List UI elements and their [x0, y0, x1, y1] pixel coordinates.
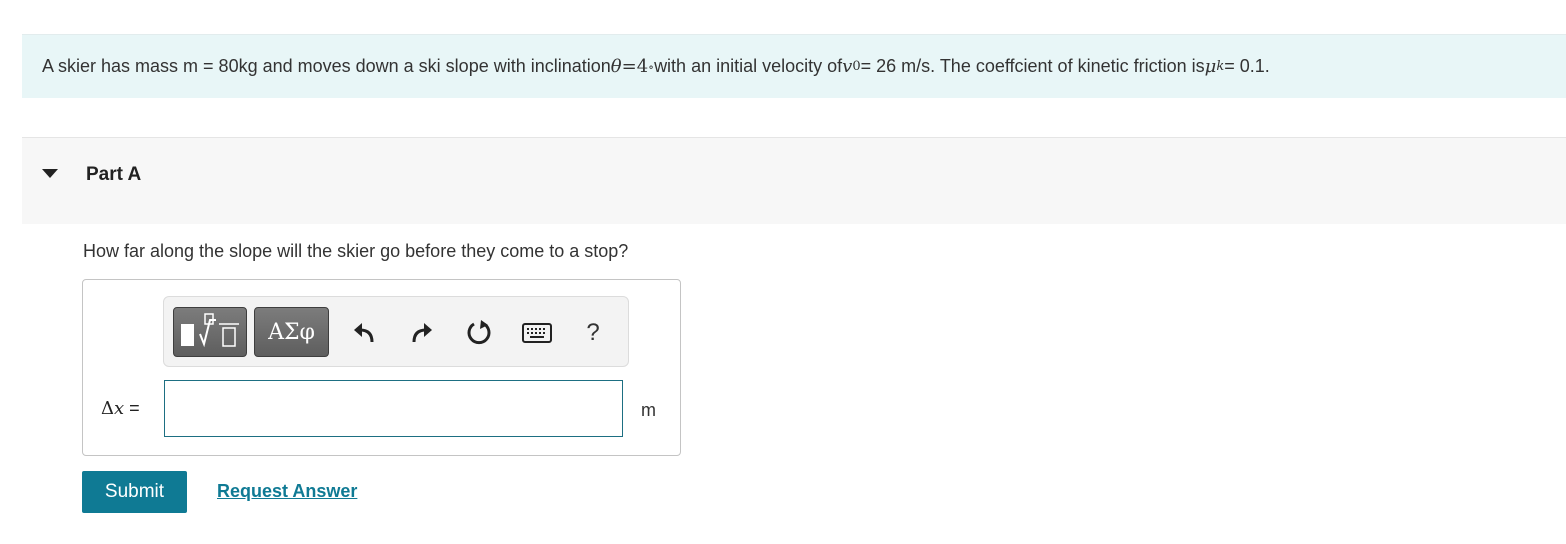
mu-subscript: k	[1216, 59, 1225, 74]
x-symbol: x	[114, 398, 125, 419]
mu-symbol: μ	[1204, 56, 1217, 77]
delta-symbol: Δ	[101, 398, 114, 419]
equals-sign: =	[621, 56, 637, 77]
templates-icon	[181, 313, 239, 348]
theta-symbol: θ	[610, 56, 622, 77]
problem-text-3: = 26 m/s. The coeffcient of kinetic fric…	[860, 56, 1205, 76]
answer-panel: ΑΣφ ? Δx = m	[82, 279, 681, 456]
collapse-caret-icon[interactable]	[42, 169, 58, 178]
help-button[interactable]: ?	[576, 316, 610, 350]
undo-icon	[354, 323, 374, 343]
angle-value: 4	[636, 56, 649, 77]
answer-input[interactable]	[164, 380, 623, 437]
variable-label: Δx =	[101, 398, 140, 419]
redo-button[interactable]	[405, 316, 439, 350]
math-toolbar: ΑΣφ ?	[163, 296, 629, 367]
keyboard-icon	[522, 323, 552, 343]
problem-text-1: A skier has mass m = 80kg and moves down…	[42, 56, 611, 76]
velocity-symbol: v	[842, 56, 853, 77]
keyboard-button[interactable]	[520, 316, 554, 350]
unit-label: m	[641, 400, 656, 420]
problem-text-4: = 0.1.	[1224, 56, 1270, 76]
part-title: Part A	[86, 164, 142, 185]
submit-button[interactable]: Submit	[82, 471, 187, 513]
request-answer-link[interactable]: Request Answer	[217, 481, 357, 502]
problem-statement: A skier has mass m = 80kg and moves down…	[22, 34, 1566, 98]
velocity-subscript: 0	[852, 59, 861, 74]
problem-text-2: with an initial velocity of	[654, 56, 843, 76]
reset-icon	[467, 320, 491, 345]
variable-equals: =	[124, 398, 140, 418]
undo-button[interactable]	[347, 316, 381, 350]
question-text: How far along the slope will the skier g…	[83, 241, 629, 261]
symbols-button[interactable]: ΑΣφ	[254, 307, 329, 357]
redo-icon	[412, 323, 432, 343]
part-a-header[interactable]: Part A	[22, 138, 1566, 224]
reset-button[interactable]	[462, 316, 496, 350]
templates-button[interactable]	[173, 307, 247, 357]
